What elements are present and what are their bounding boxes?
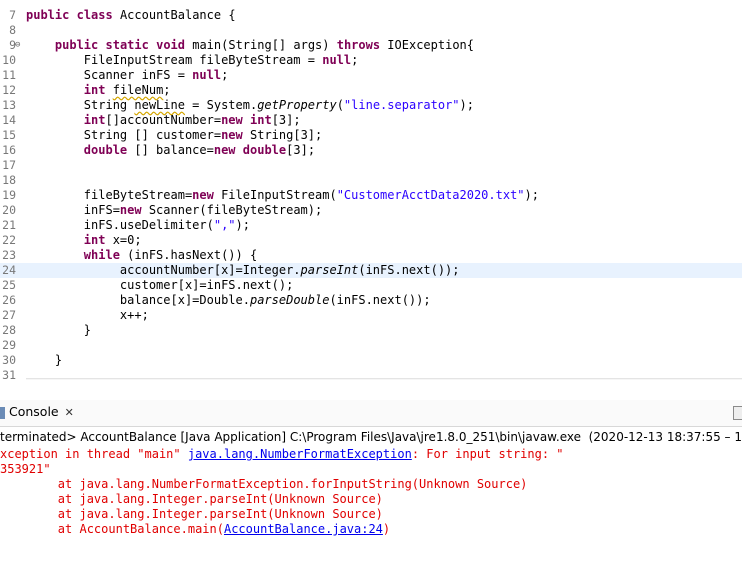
- code-text: while (inFS.hasNext()) {: [83, 248, 258, 262]
- line-number: 12: [2, 83, 16, 97]
- code-text: int[]accountNumber=new int[3];: [83, 113, 301, 127]
- scroll-left-icon[interactable]: <: [32, 379, 41, 380]
- code-text: public static void main(String[] args) t…: [54, 38, 474, 52]
- line-number: 24: [2, 263, 16, 277]
- line-number: 7: [9, 8, 16, 22]
- code-line[interactable]: 18: [0, 173, 742, 188]
- code-text: accountNumber[x]=Integer.parseInt(inFS.n…: [26, 263, 460, 277]
- line-number: 15: [2, 128, 16, 142]
- code-editor[interactable]: 7 public class AccountBalance { 8 9 ⊖ public…: [0, 0, 742, 380]
- line-number: 11: [2, 68, 16, 82]
- line-number: 20: [2, 203, 16, 217]
- stack-frame: at java.lang.Integer.parseInt(Unknown So…: [0, 507, 383, 521]
- code-text: fileByteStream=new FileInputStream("Cust…: [26, 188, 539, 202]
- code-text: }: [26, 353, 63, 367]
- exception-message: : For input string: ": [411, 447, 564, 461]
- code-line[interactable]: 16 double [] balance=new double[3];: [0, 143, 742, 158]
- line-number: 10: [2, 53, 16, 67]
- code-text: inFS=new Scanner(fileByteStream);: [26, 203, 323, 217]
- line-number: 23: [2, 248, 16, 262]
- code-line[interactable]: 14 int[]accountNumber=new int[3];: [0, 113, 742, 128]
- code-line[interactable]: 19 fileByteStream=new FileInputStream("C…: [0, 188, 742, 203]
- code-line[interactable]: 9 ⊖ public static void main(String[] args…: [0, 38, 742, 53]
- code-line[interactable]: 25 customer[x]=inFS.next();: [0, 278, 742, 293]
- code-line[interactable]: 29: [0, 338, 742, 353]
- stack-frame-main: at AccountBalance.main(AccountBalance.ja…: [0, 522, 742, 537]
- stack-frame: at java.lang.Integer.parseInt(Unknown So…: [0, 492, 383, 506]
- code-line[interactable]: 10 FileInputStream fileByteStream = null…: [0, 53, 742, 68]
- line-number: 16: [2, 143, 16, 157]
- code-line[interactable]: 30 }: [0, 353, 742, 368]
- current-code-line[interactable]: 24 accountNumber[x]=Integer.parseInt(inF…: [0, 263, 742, 278]
- line-number: 8: [9, 23, 16, 37]
- line-number: 14: [2, 113, 16, 127]
- stack-frame: at java.lang.NumberFormatException.forIn…: [0, 477, 528, 491]
- code-line[interactable]: 7 public class AccountBalance {: [0, 8, 742, 23]
- console-tab-bar: Console ✕: [0, 400, 742, 427]
- code-line[interactable]: 8: [0, 23, 742, 38]
- terminated-status: terminated> AccountBalance [Java Applica…: [0, 430, 742, 444]
- code-text: Scanner inFS = null;: [26, 68, 229, 82]
- line-number: 28: [2, 323, 16, 337]
- clipped-top-line: [0, 0, 742, 6]
- code-line[interactable]: 26 balance[x]=Double.parseDouble(inFS.ne…: [0, 293, 742, 308]
- line-number: 31: [2, 368, 16, 380]
- code-line[interactable]: 21 inFS.useDelimiter(",");: [0, 218, 742, 233]
- close-icon[interactable]: ✕: [65, 406, 74, 419]
- code-text: FileInputStream fileByteStream = null;: [26, 53, 359, 67]
- line-number: 18: [2, 173, 16, 187]
- stack-frame-suffix: ): [382, 522, 391, 536]
- line-number: 13: [2, 98, 16, 112]
- line-number: 29: [2, 338, 16, 352]
- line-number: 17: [2, 158, 16, 172]
- horizontal-scrollbar[interactable]: <: [26, 378, 742, 380]
- console-icon: [0, 406, 5, 419]
- tab-console[interactable]: Console ✕: [0, 404, 74, 419]
- line-number: 19: [2, 188, 16, 202]
- code-line[interactable]: 20 inFS=new Scanner(fileByteStream);: [0, 203, 742, 218]
- line-number: 30: [2, 353, 16, 367]
- line-number: 21: [2, 218, 16, 232]
- code-line[interactable]: 11 Scanner inFS = null;: [0, 68, 742, 83]
- code-text: }: [26, 323, 92, 337]
- exception-class-link[interactable]: java.lang.NumberFormatException: [188, 447, 412, 461]
- code-line[interactable]: 22 int x=0;: [0, 233, 742, 248]
- line-number: 27: [2, 308, 16, 322]
- code-line[interactable]: 12 int fileNum;: [0, 83, 742, 98]
- code-line[interactable]: 17: [0, 158, 742, 173]
- console-view: Console ✕ terminated> AccountBalance [Jav…: [0, 400, 742, 580]
- line-number: 26: [2, 293, 16, 307]
- exception-prefix: xception in thread "main": [0, 447, 188, 461]
- fold-collapse-icon[interactable]: ⊖: [15, 38, 20, 53]
- code-line[interactable]: 28 }: [0, 323, 742, 338]
- exception-line: xception in thread "main" java.lang.Numb…: [0, 447, 742, 462]
- code-text: String [] customer=new String[3];: [26, 128, 323, 142]
- code-line[interactable]: 27 x++;: [0, 308, 742, 323]
- line-number: 25: [2, 278, 16, 292]
- code-text: public class AccountBalance {: [26, 8, 236, 22]
- code-text: inFS.useDelimiter(",");: [26, 218, 250, 232]
- line-number: 22: [2, 233, 16, 247]
- exception-input-line: 353921": [0, 462, 51, 476]
- code-text: customer[x]=inFS.next();: [26, 278, 294, 292]
- code-line[interactable]: 13 String newLine = System.getProperty("…: [0, 98, 742, 113]
- stack-frame-prefix: at AccountBalance.main(: [0, 522, 224, 536]
- tab-console-label: Console: [9, 404, 59, 419]
- code-text: String newLine = System.getProperty("lin…: [26, 98, 474, 112]
- code-text: x++;: [26, 308, 149, 322]
- code-text: int fileNum;: [83, 83, 171, 97]
- code-text: int x=0;: [83, 233, 142, 247]
- code-line[interactable]: 23 while (inFS.hasNext()) {: [0, 248, 742, 263]
- code-line[interactable]: 15 String [] customer=new String[3];: [0, 128, 742, 143]
- console-toolbar-icon[interactable]: [733, 406, 742, 420]
- code-text: double [] balance=new double[3];: [83, 143, 316, 157]
- code-text: balance[x]=Double.parseDouble(inFS.next(…: [26, 293, 431, 307]
- source-location-link[interactable]: AccountBalance.java:24: [224, 522, 383, 536]
- line-number: 9: [9, 38, 16, 52]
